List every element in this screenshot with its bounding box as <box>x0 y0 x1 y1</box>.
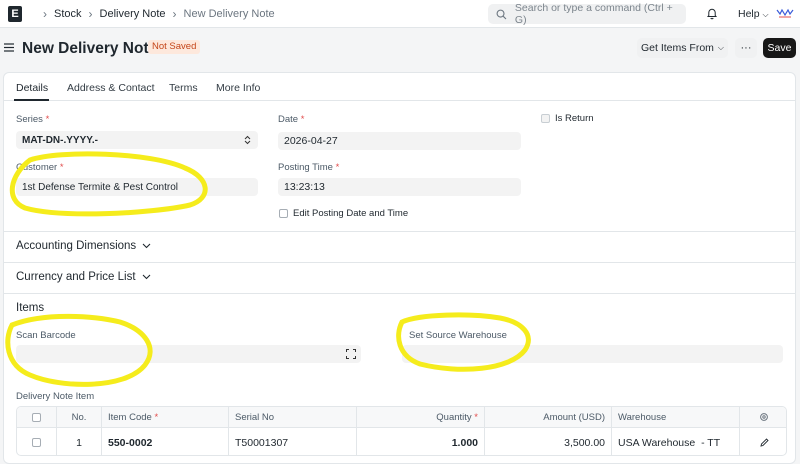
row-no: 1 <box>57 428 102 455</box>
tab-address-contact[interactable]: Address & Contact <box>67 82 155 94</box>
bell-icon[interactable] <box>706 7 718 20</box>
col-serial-no: Serial No <box>229 407 357 427</box>
breadcrumb-delivery-note[interactable]: Delivery Note <box>100 8 166 20</box>
customer-label: Customer * <box>16 162 64 173</box>
gear-icon[interactable] <box>759 412 769 422</box>
items-title: Items <box>16 302 45 314</box>
date-value: 2026-04-27 <box>284 135 338 147</box>
col-amount: Amount (USD) <box>485 407 612 427</box>
search-placeholder: Search or type a command (Ctrl + G) <box>514 2 673 26</box>
scan-barcode-label: Scan Barcode <box>16 330 76 341</box>
barcode-scan-icon[interactable] <box>346 349 356 359</box>
row-serial-no[interactable]: T50001307 <box>229 428 357 455</box>
save-button[interactable]: Save <box>763 38 796 58</box>
is-return-checkbox[interactable] <box>541 114 550 123</box>
row-amount[interactable]: 3,500.00 <box>485 428 612 455</box>
chevron-down-icon: ⌵ <box>717 43 724 52</box>
currency-section <box>4 262 795 263</box>
accounting-dimensions-header[interactable]: Accounting Dimensions <box>16 240 151 252</box>
more-actions-button[interactable]: ··· <box>735 38 757 58</box>
pencil-icon[interactable] <box>759 438 769 447</box>
help-dropdown[interactable]: Help ⌵ <box>738 8 769 20</box>
tab-terms[interactable]: Terms <box>169 82 198 94</box>
help-label: Help <box>738 8 760 20</box>
col-quantity: Quantity * <box>357 407 485 427</box>
page-header: New Delivery Note Not Saved Get Items Fr… <box>0 36 800 62</box>
row-quantity[interactable]: 1.000 <box>357 428 485 455</box>
awesome-bar-search[interactable]: Search or type a command (Ctrl + G) <box>488 2 686 26</box>
row-select-cell <box>17 428 57 455</box>
tab-details[interactable]: Details <box>16 82 48 94</box>
chevron-down-icon <box>142 274 150 280</box>
tab-more-info[interactable]: More Info <box>216 82 260 94</box>
row-edit-cell <box>740 428 786 455</box>
breadcrumb: › Stock › Delivery Note › New Delivery N… <box>36 7 275 21</box>
series-value: MAT-DN-.YYYY.- <box>22 134 98 146</box>
page-title: New Delivery Note <box>22 40 158 57</box>
scan-barcode-input[interactable] <box>16 345 361 363</box>
posting-time-input[interactable]: 13:23:13 <box>278 178 521 196</box>
breadcrumb-stock[interactable]: Stock <box>54 8 82 20</box>
accounting-dimensions-title: Accounting Dimensions <box>16 240 137 252</box>
user-avatar[interactable] <box>776 6 794 20</box>
table-header: No. Item Code * Serial No Quantity * Amo… <box>17 407 786 428</box>
chevron-right-icon: › <box>88 6 93 21</box>
status-badge: Not Saved <box>148 40 201 54</box>
col-no: No. <box>57 407 102 427</box>
table-row[interactable]: 1 550-0002 T50001307 1.000 3,500.00 USA … <box>17 428 786 455</box>
select-all-checkbox[interactable] <box>32 412 41 422</box>
top-navbar: E › Stock › Delivery Note › New Delivery… <box>0 0 800 28</box>
breadcrumb-current: New Delivery Note <box>183 7 275 20</box>
row-item-code[interactable]: 550-0002 <box>102 428 229 455</box>
get-items-label: Get Items From <box>640 42 714 54</box>
row-checkbox[interactable] <box>32 438 41 447</box>
customer-value: 1st Defense Termite & Pest Control <box>22 181 178 193</box>
series-label: Series * <box>16 114 50 125</box>
select-arrows-icon <box>244 135 251 145</box>
posting-time-value: 13:23:13 <box>284 181 325 193</box>
get-items-from-button[interactable]: Get Items From ⌵ <box>637 38 728 58</box>
chevron-right-icon: › <box>172 6 177 21</box>
source-warehouse-label: Set Source Warehouse <box>409 330 507 341</box>
col-item-code: Item Code * <box>102 407 229 427</box>
items-header: Items <box>16 302 44 314</box>
edit-posting-label: Edit Posting Date and Time <box>293 208 409 219</box>
sidebar-toggle-icon[interactable] <box>4 43 14 52</box>
posting-time-label: Posting Time * <box>278 162 340 173</box>
chevron-down-icon <box>142 243 151 249</box>
column-settings-cell <box>740 407 786 427</box>
is-return-label: Is Return <box>555 113 594 124</box>
app-logo[interactable]: E <box>8 5 22 22</box>
chevron-down-icon: ⌵ <box>762 10 769 19</box>
edit-posting-checkbox[interactable] <box>279 209 288 218</box>
form-tabs: Details Address & Contact Terms More Inf… <box>4 73 795 101</box>
customer-input[interactable]: 1st Defense Termite & Pest Control <box>16 178 258 196</box>
source-warehouse-input[interactable] <box>402 345 783 363</box>
items-table: No. Item Code * Serial No Quantity * Amo… <box>16 406 787 456</box>
accounting-dimensions-section <box>4 231 795 232</box>
series-select[interactable]: MAT-DN-.YYYY.- <box>16 131 258 149</box>
items-table-title: Delivery Note Item <box>16 391 95 402</box>
search-icon <box>496 9 507 19</box>
items-section <box>4 293 795 294</box>
date-input[interactable]: 2026-04-27 <box>278 132 521 150</box>
currency-price-list-header[interactable]: Currency and Price List <box>16 271 151 283</box>
col-warehouse: Warehouse <box>612 407 740 427</box>
select-all-cell <box>17 407 57 427</box>
form-card: Details Address & Contact Terms More Inf… <box>3 72 796 464</box>
row-warehouse[interactable]: USA Warehouse - TT <box>612 428 740 455</box>
currency-price-list-title: Currency and Price List <box>16 271 136 283</box>
date-label: Date * <box>278 114 305 125</box>
active-tab-indicator <box>14 99 49 101</box>
chevron-right-icon: › <box>43 6 47 21</box>
